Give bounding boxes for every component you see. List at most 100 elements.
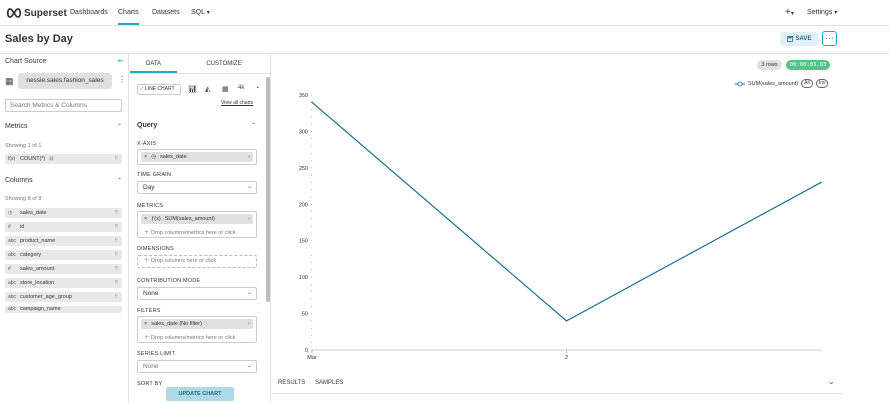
column-item[interactable]: abc customer_age_group ⠿ xyxy=(5,292,122,302)
chart-title[interactable]: Sales by Day xyxy=(5,33,73,45)
table-chart-icon[interactable]: ▦ xyxy=(222,85,229,93)
navbar: Superset Dashboards Charts Datasets SQL … xyxy=(0,0,889,26)
contribution-mode-value: None xyxy=(143,290,159,297)
tab-customize[interactable]: CUSTOMIZE xyxy=(177,56,271,73)
metrics-control[interactable]: × ƒ(x) SUM(sales_amount) › ＋ Drop columns/m… xyxy=(137,211,257,238)
string-type-icon: abc xyxy=(8,306,17,312)
filter-value: sales_date (No filter) xyxy=(151,321,202,327)
nav-charts[interactable]: Charts xyxy=(118,0,139,25)
y-tick-label: 150 xyxy=(299,239,308,245)
drag-handle-icon[interactable]: ⠿ xyxy=(114,154,118,164)
drag-handle-icon[interactable]: ⠿ xyxy=(114,208,118,218)
tab-samples[interactable]: SAMPLES xyxy=(315,380,343,386)
xaxis-value: sales_date xyxy=(160,154,187,160)
tab-results[interactable]: RESULTS xyxy=(278,380,305,386)
y-tick-label: 0 xyxy=(305,348,308,354)
dataset-menu-icon[interactable]: ⋮ xyxy=(118,75,126,84)
view-all-charts-link[interactable]: View all charts xyxy=(221,100,253,106)
column-item[interactable]: abc category ⠿ xyxy=(5,250,122,260)
dataset-name[interactable]: nessie.sales.fashion_sales xyxy=(18,73,112,89)
remove-icon[interactable]: × xyxy=(144,152,147,162)
column-item[interactable]: # id ⠿ xyxy=(5,222,122,232)
drop-filters-hint[interactable]: ＋ Drop columns/metrics here or click xyxy=(144,333,235,341)
collapse-panel-icon[interactable]: ⇤ xyxy=(118,57,124,65)
drag-handle-icon[interactable]: ⠿ xyxy=(114,222,118,232)
xaxis-chip[interactable]: × ◷ sales_date › xyxy=(141,152,253,162)
filters-control[interactable]: × sales_date (No filter) › ＋ Drop columns/… xyxy=(137,316,257,343)
area-chart-icon[interactable]: ◭ xyxy=(205,85,210,93)
viz-type-selector[interactable]: ⟋ LINE CHART xyxy=(137,84,181,95)
nav-sql-label: SQL xyxy=(191,9,205,16)
contribution-mode-select[interactable]: None ⌄ xyxy=(137,287,257,300)
function-icon: f(x) xyxy=(8,156,16,162)
dimensions-label: DIMENSIONS xyxy=(137,246,174,252)
columns-count: Showing 8 of 8 xyxy=(5,196,42,202)
viz-type-label: LINE CHART xyxy=(144,86,175,92)
remove-icon[interactable]: × xyxy=(144,319,147,329)
y-tick-label: 250 xyxy=(299,166,308,172)
chevron-up-icon[interactable]: ⌃ xyxy=(117,177,122,184)
search-metrics-input[interactable] xyxy=(5,99,122,112)
metric-item[interactable]: f(x) COUNT(*) ⊟ ⠿ xyxy=(5,154,122,164)
metrics-control-label: METRICS xyxy=(137,203,164,209)
y-tick-label: 200 xyxy=(299,202,308,208)
data-point xyxy=(311,101,313,104)
pie-chart-icon[interactable]: ◔ xyxy=(255,85,259,92)
settings-menu[interactable]: Settings ▾ xyxy=(807,0,837,25)
remove-icon[interactable]: × xyxy=(144,214,147,224)
drag-handle-icon[interactable]: ⠿ xyxy=(114,292,118,302)
chevron-down-icon[interactable]: ⌄ xyxy=(828,377,835,386)
drop-metrics-hint[interactable]: ＋ Drop columns/metrics here or click xyxy=(144,228,235,236)
ellipsis-icon: ··· xyxy=(825,34,834,43)
more-options-button[interactable]: ··· xyxy=(822,31,837,46)
save-label: SAVE xyxy=(795,36,812,42)
column-item[interactable]: abc store_location ⠿ xyxy=(5,278,122,288)
chevron-up-icon[interactable]: ⌃ xyxy=(251,122,256,129)
update-chart-button[interactable]: UPDATE CHART xyxy=(166,387,234,401)
save-button[interactable]: SAVE xyxy=(780,32,818,46)
series-limit-value: None xyxy=(143,363,159,370)
add-new-button[interactable]: +▾ xyxy=(785,0,794,25)
chevron-up-icon[interactable]: ⌃ xyxy=(117,123,122,130)
drop-filters-text: Drop columns/metrics here or click xyxy=(151,335,236,341)
column-item[interactable]: abc product_name ⠿ xyxy=(5,236,122,246)
filter-chip[interactable]: × sales_date (No filter) › xyxy=(141,319,253,329)
series-limit-select[interactable]: None ⌄ xyxy=(137,360,257,373)
nav-sql[interactable]: SQL ▾ xyxy=(191,0,210,25)
big-number-icon[interactable]: 4k xyxy=(238,85,244,91)
column-item[interactable]: ◷ sales_date ⠿ xyxy=(5,208,122,218)
drag-handle-icon[interactable]: ⠿ xyxy=(114,236,118,246)
drag-handle-icon[interactable]: ⠿ xyxy=(114,278,118,288)
columns-section-title: Columns xyxy=(5,177,33,184)
function-icon: ƒ(x) xyxy=(151,216,161,222)
column-label: sales_amount xyxy=(20,266,55,272)
tab-data[interactable]: DATA xyxy=(130,56,177,73)
dataset-table-icon: ▦ xyxy=(5,76,14,86)
superset-logo[interactable]: Superset xyxy=(6,6,67,20)
drag-handle-icon[interactable]: ⠿ xyxy=(114,250,118,260)
chevron-down-icon: ⌄ xyxy=(246,363,252,369)
chevron-down-icon: ⌄ xyxy=(246,184,252,190)
query-section-title: Query xyxy=(137,122,158,129)
column-item[interactable]: abc campaign_name xyxy=(5,306,122,313)
column-label: product_name xyxy=(20,238,56,244)
numeric-type-icon: # xyxy=(8,266,11,272)
drop-columns-text: Drop columns here or click xyxy=(151,258,217,264)
controls-scrollbar[interactable] xyxy=(266,77,270,302)
row-count-badge: 3 rows xyxy=(757,60,782,70)
bar-chart-icon[interactable]: 📊︎ xyxy=(188,85,197,93)
drop-metrics-text: Drop columns/metrics here or click xyxy=(151,230,236,236)
dimensions-dropzone[interactable]: ＋ Drop columns here or click xyxy=(137,255,257,268)
metric-label: COUNT(*) xyxy=(20,156,46,162)
nav-datasets-label: Datasets xyxy=(152,9,180,16)
column-item[interactable]: # sales_amount ⠿ xyxy=(5,264,122,274)
time-grain-select[interactable]: Day ⌄ xyxy=(137,181,257,194)
nav-datasets[interactable]: Datasets xyxy=(152,0,180,25)
string-type-icon: abc xyxy=(8,238,17,244)
xaxis-control[interactable]: × ◷ sales_date › xyxy=(137,149,257,165)
drag-handle-icon[interactable]: ⠿ xyxy=(114,264,118,274)
metric-chip[interactable]: × ƒ(x) SUM(sales_amount) › xyxy=(141,214,253,224)
nav-dashboards[interactable]: Dashboards xyxy=(70,0,108,25)
column-label: sales_date xyxy=(20,210,47,216)
y-tick-label: 350 xyxy=(299,93,308,99)
